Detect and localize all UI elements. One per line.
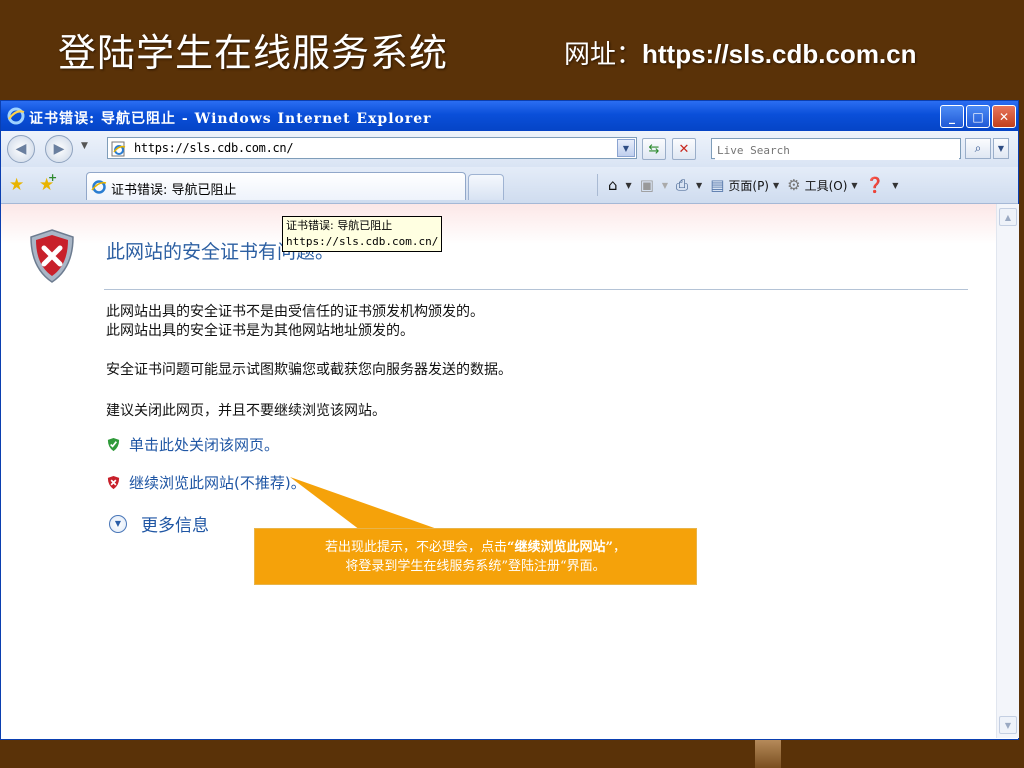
tooltip-title: 证书错误: 导航已阻止 [286, 219, 393, 232]
continue-to-website-link[interactable]: 继续浏览此网站(不推荐)。 [106, 472, 306, 493]
chevron-down-icon: ▼ [892, 180, 899, 190]
green-shield-icon [107, 437, 120, 452]
refresh-button[interactable]: ⇆ [642, 138, 666, 160]
print-button[interactable]: ⎙ ▼ [676, 176, 702, 194]
maximize-button[interactable]: □ [966, 105, 990, 128]
page-menu-label: 页面(P) [728, 178, 769, 193]
security-risk-text: 安全证书问题可能显示试图欺骗您或截获您向服务器发送的数据。 [106, 362, 512, 378]
scroll-down-button[interactable]: ▼ [999, 716, 1017, 734]
chevron-down-icon: ▼ [773, 180, 780, 190]
page-icon: ▤ [710, 176, 725, 194]
stop-button[interactable]: ✕ [672, 138, 696, 160]
back-arrow-icon: ◀ [15, 141, 27, 157]
search-box[interactable] [711, 138, 961, 160]
url-label: 网址： [564, 40, 643, 70]
address-box[interactable]: https://sls.cdb.com.cn/ ▼ [107, 137, 637, 159]
red-shield-icon [107, 475, 120, 490]
callout-line1: 若出现此提示，不必理会，点击“继续浏览此网站”， [255, 538, 696, 557]
security-shield-icon [30, 229, 74, 283]
window-title: 证书错误: 导航已阻止 - Windows Internet Explorer [29, 111, 432, 127]
more-info-toggle[interactable]: ▼ 更多信息 [109, 511, 209, 536]
address-input[interactable]: https://sls.cdb.com.cn/ [134, 141, 294, 155]
forward-button[interactable]: ▶ [45, 135, 73, 163]
chevron-down-icon: ▼ [696, 180, 703, 190]
home-button[interactable]: ⌂ ▼ [608, 176, 632, 194]
history-dropdown-icon[interactable]: ▼ [81, 141, 88, 151]
slide-url: 网址：https://sls.cdb.com.cn [564, 34, 917, 71]
tools-menu[interactable]: ⚙ 工具(O) ▼ [787, 176, 857, 194]
search-input[interactable] [715, 141, 959, 160]
refresh-icon: ⇆ [648, 141, 660, 157]
address-toolbar: ◀ ▶ ▼ https://sls.cdb.com.cn/ ▼ ⇆ ✕ ⌕ ▼ [1, 131, 1018, 168]
window-controls: _ □ ✕ [940, 105, 1016, 128]
ie-window: 证书错误: 导航已阻止 - Windows Internet Explorer … [0, 100, 1019, 740]
feeds-button[interactable]: ▣ ▼ [640, 176, 668, 194]
instruction-callout: 若出现此提示，不必理会，点击“继续浏览此网站”， 将登录到学生在线服务系统”登陆… [254, 528, 697, 585]
ie-tab-icon [91, 180, 107, 194]
expand-chevron-icon: ▼ [109, 514, 127, 533]
forward-arrow-icon: ▶ [53, 141, 65, 157]
tab-bar: ★ ★ + 证书错误: 导航已阻止 ⌂ ▼ ▣ ▼ ⎙ ▼ ▤ 页面(P) ▼ ⚙ 工具(O)… [1, 167, 1018, 204]
recommendation-text: 建议关闭此网页，并且不要继续浏览该网站。 [106, 403, 386, 419]
slide-title: 登陆学生在线服务系统 [58, 31, 449, 75]
chevron-down-icon: ▼ [625, 180, 632, 190]
callout-highlight: “继续浏览此网站” [507, 540, 613, 555]
address-dropdown-icon[interactable]: ▼ [617, 139, 635, 157]
command-bar: ⌂ ▼ ▣ ▼ ⎙ ▼ ▤ 页面(P) ▼ ⚙ 工具(O) ▼ ❓ ▼ [597, 167, 906, 203]
url-value: https://sls.cdb.com.cn [642, 39, 917, 69]
ie-logo-icon [7, 107, 25, 125]
callout-suffix: ， [612, 540, 626, 555]
add-favorites-icon[interactable]: ★ + [39, 171, 57, 195]
tab-certificate-error[interactable]: 证书错误: 导航已阻止 [86, 172, 466, 200]
tooltip: 证书错误: 导航已阻止 https://sls.cdb.com.cn/ [282, 216, 443, 252]
home-icon: ⌂ [608, 176, 618, 194]
ie-page-icon [111, 141, 126, 157]
decorative-tab [755, 740, 781, 768]
close-page-link-label: 单击此处关闭该网页。 [129, 436, 280, 454]
stop-icon: ✕ [678, 141, 690, 157]
page-menu[interactable]: ▤ 页面(P) ▼ [710, 176, 779, 194]
vertical-scrollbar[interactable]: ▲ ▼ [996, 204, 1019, 738]
cert-mismatch-text: 此网站出具的安全证书是为其他网站地址颁发的。 [106, 323, 414, 339]
search-button[interactable]: ⌕ [965, 138, 991, 159]
gear-icon: ⚙ [787, 176, 801, 194]
more-info-label: 更多信息 [141, 516, 209, 536]
search-icon: ⌕ [974, 141, 982, 155]
toolbar-divider [597, 174, 598, 196]
continue-link-label: 继续浏览此网站(不推荐)。 [129, 474, 306, 492]
help-button[interactable]: ❓ ▼ [866, 176, 899, 194]
printer-icon: ⎙ [676, 176, 689, 194]
favorites-star-icon[interactable]: ★ [9, 175, 24, 195]
search-options-dropdown-icon[interactable]: ▼ [993, 138, 1009, 159]
close-window-button[interactable]: ✕ [992, 105, 1016, 128]
divider [104, 289, 968, 290]
tooltip-url: https://sls.cdb.com.cn/ [286, 235, 439, 248]
help-icon: ❓ [865, 176, 885, 194]
close-page-link[interactable]: 单击此处关闭该网页。 [106, 434, 279, 455]
chevron-down-icon: ▼ [661, 180, 669, 190]
tools-menu-label: 工具(O) [804, 178, 848, 193]
page-viewport [1, 204, 996, 738]
feeds-icon: ▣ [639, 176, 654, 194]
callout-prefix: 若出现此提示，不必理会，点击 [325, 540, 508, 555]
back-button[interactable]: ◀ [7, 135, 35, 163]
tab-label: 证书错误: 导航已阻止 [111, 183, 237, 198]
cert-untrusted-text: 此网站出具的安全证书不是由受信任的证书颁发机构颁发的。 [106, 304, 484, 320]
scroll-up-button[interactable]: ▲ [999, 208, 1017, 226]
callout-line2: 将登录到学生在线服务系统”登陆注册“界面。 [345, 559, 606, 574]
title-bar: 证书错误: 导航已阻止 - Windows Internet Explorer … [1, 101, 1018, 131]
minimize-button[interactable]: _ [940, 105, 964, 128]
new-tab-button[interactable] [468, 174, 504, 200]
chevron-down-icon: ▼ [851, 180, 858, 190]
